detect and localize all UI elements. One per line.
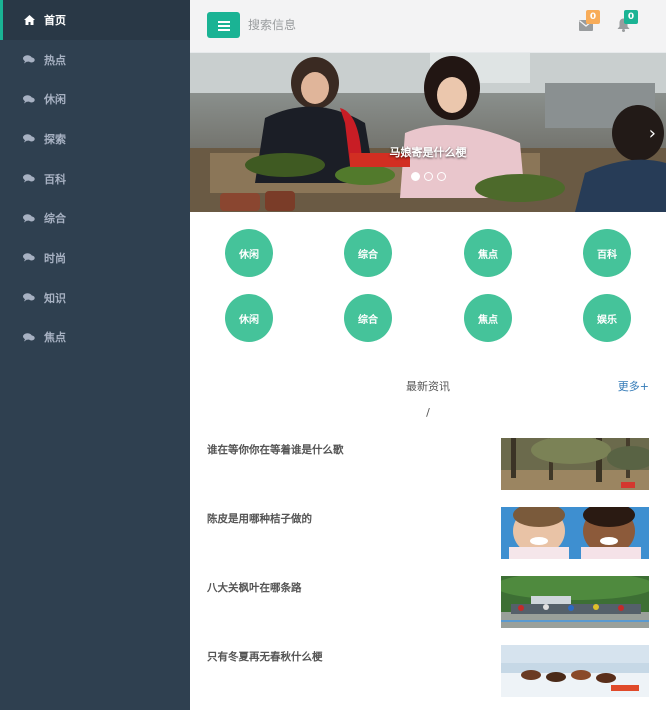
sidebar-item-label: 探索 xyxy=(44,132,66,146)
news-thumbnail[interactable] xyxy=(501,438,649,490)
menu-toggle-button[interactable] xyxy=(207,12,240,38)
news-list-item[interactable]: 陈皮是用哪种桔子做的 xyxy=(190,507,666,559)
sidebar-item-hot[interactable]: 热点 xyxy=(0,40,190,80)
news-list-item[interactable]: 谁在等你你在等着谁是什么歌 xyxy=(190,438,666,490)
sidebar-item-label: 综合 xyxy=(44,212,66,226)
comments-icon xyxy=(22,95,36,104)
category-button[interactable]: 综合 xyxy=(344,294,392,342)
news-list-item[interactable]: 八大关枫叶在哪条路 xyxy=(190,576,666,628)
comments-icon xyxy=(22,55,36,64)
sidebar-item-label: 首页 xyxy=(44,13,66,27)
top-navbar: 0 0 xyxy=(190,0,666,53)
news-item-title[interactable]: 八大关枫叶在哪条路 xyxy=(207,580,302,595)
news-more-link[interactable]: 更多+ xyxy=(618,378,649,394)
category-button[interactable]: 焦点 xyxy=(464,294,512,342)
sidebar: 首页 热点 休闲 探索 百科 综合 时尚 知识 焦点 xyxy=(0,0,190,710)
carousel-dot-2[interactable] xyxy=(423,172,433,181)
banner-carousel[interactable]: 马娘寄是什么梗 › xyxy=(190,53,666,212)
notifications-button[interactable]: 0 xyxy=(617,10,638,33)
sidebar-item-focus[interactable]: 焦点 xyxy=(0,318,190,358)
banner-image xyxy=(190,53,666,212)
sidebar-item-label: 知识 xyxy=(44,291,66,305)
category-button[interactable]: 百科 xyxy=(583,229,631,277)
forest-photo xyxy=(501,438,649,490)
sidebar-item-label: 休闲 xyxy=(44,93,66,107)
sidebar-item-leisure[interactable]: 休闲 xyxy=(0,79,190,119)
news-list-item[interactable]: 只有冬夏再无春秋什么梗 xyxy=(190,645,666,697)
search-input[interactable] xyxy=(248,14,448,36)
comments-icon xyxy=(22,293,36,302)
snow-horses-photo xyxy=(501,645,649,697)
category-button[interactable]: 娱乐 xyxy=(583,294,631,342)
carousel-dot-3[interactable] xyxy=(436,172,446,181)
messages-count-badge: 0 xyxy=(586,10,600,24)
category-button[interactable]: 综合 xyxy=(344,229,392,277)
notifications-count-badge: 0 xyxy=(624,10,638,24)
hamburger-icon xyxy=(217,16,230,35)
sidebar-item-encyclopedia[interactable]: 百科 xyxy=(0,159,190,199)
sidebar-item-label: 百科 xyxy=(44,172,66,186)
children-photo xyxy=(501,507,649,559)
news-thumbnail[interactable] xyxy=(501,576,649,628)
news-thumbnail[interactable] xyxy=(501,507,649,559)
category-grid: 休闲 综合 焦点 百科 休闲 综合 焦点 娱乐 xyxy=(190,212,666,357)
comments-icon xyxy=(22,253,36,262)
sidebar-item-label: 热点 xyxy=(44,53,66,67)
messages-button[interactable]: 0 xyxy=(579,10,600,33)
main-content: 0 0 xyxy=(190,0,666,710)
sidebar-item-home[interactable]: 首页 xyxy=(0,0,190,40)
cycling-race-photo xyxy=(501,576,649,628)
category-button[interactable]: 休闲 xyxy=(225,294,273,342)
carousel-indicators xyxy=(190,172,666,181)
category-button[interactable]: 焦点 xyxy=(464,229,512,277)
category-button[interactable]: 休闲 xyxy=(225,229,273,277)
sidebar-item-general[interactable]: 综合 xyxy=(0,198,190,238)
comments-icon xyxy=(22,333,36,342)
news-thumbnail[interactable] xyxy=(501,645,649,697)
sidebar-item-fashion[interactable]: 时尚 xyxy=(0,238,190,278)
sidebar-item-label: 焦点 xyxy=(44,331,66,345)
comments-icon xyxy=(22,134,36,143)
sidebar-item-knowledge[interactable]: 知识 xyxy=(0,278,190,318)
news-section-header: 最新资讯 更多+ xyxy=(190,378,666,398)
news-item-title[interactable]: 只有冬夏再无春秋什么梗 xyxy=(207,649,323,664)
comments-icon xyxy=(22,214,36,223)
banner-caption[interactable]: 马娘寄是什么梗 xyxy=(190,144,666,160)
carousel-next-icon[interactable]: › xyxy=(649,123,656,144)
news-section-title: 最新资讯 xyxy=(406,380,450,393)
carousel-dot-1[interactable] xyxy=(410,172,420,181)
sidebar-item-label: 时尚 xyxy=(44,251,66,265)
comments-icon xyxy=(22,174,36,183)
news-item-title[interactable]: 陈皮是用哪种桔子做的 xyxy=(207,511,312,526)
sidebar-item-explore[interactable]: 探索 xyxy=(0,119,190,159)
news-separator: / xyxy=(426,406,430,419)
news-item-title[interactable]: 谁在等你你在等着谁是什么歌 xyxy=(207,442,344,457)
home-icon xyxy=(22,14,36,25)
